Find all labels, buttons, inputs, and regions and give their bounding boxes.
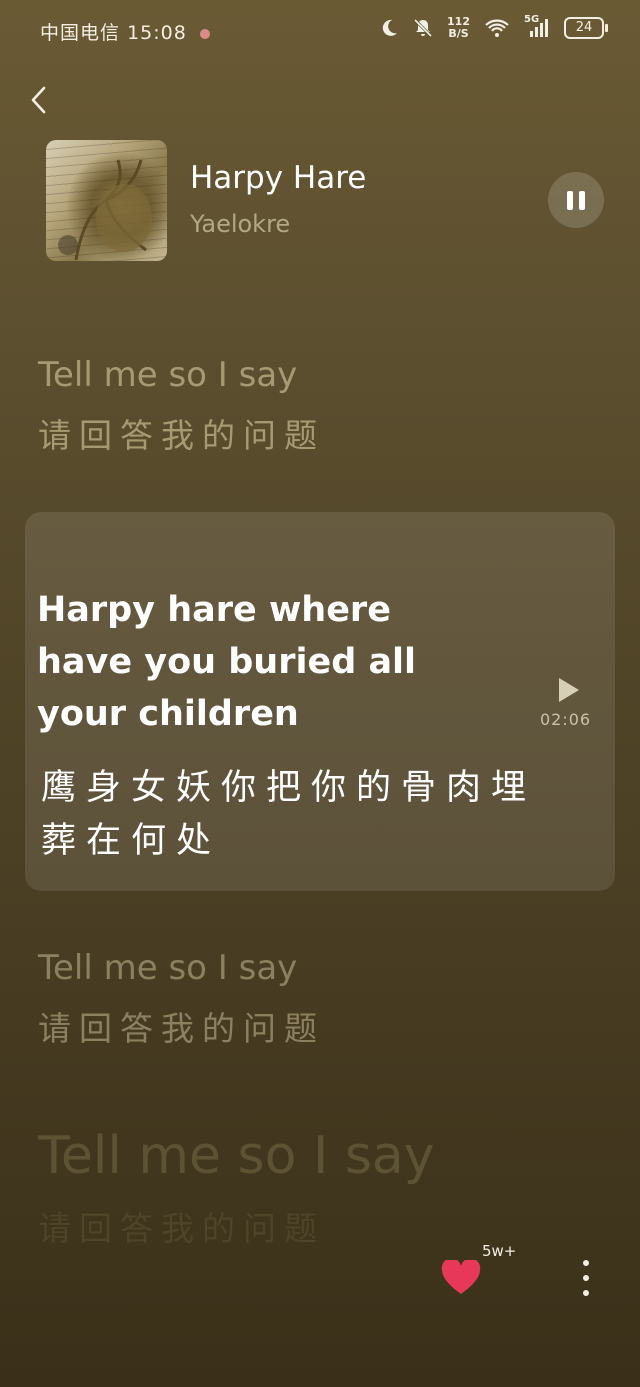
back-arrow-icon[interactable] — [24, 84, 56, 116]
status-right: 112 B/S 5G 24 — [379, 14, 608, 40]
lyric-original: Tell me so I say — [38, 1126, 435, 1186]
lyric-line[interactable]: Tell me so I say 请回答我的问题 — [38, 1126, 435, 1250]
net-speed: 112 B/S — [447, 15, 470, 40]
mute-bell-icon — [413, 18, 433, 38]
current-lyric-card[interactable]: Harpy hare where have you buried all you… — [25, 512, 615, 891]
lyric-line[interactable]: Tell me so I say 请回答我的问题 — [38, 948, 325, 1050]
status-left: 中国电信 15:08 — [40, 18, 210, 45]
signal-strength: 5G — [524, 14, 550, 38]
pause-icon — [567, 191, 573, 210]
play-from-line-icon[interactable] — [559, 678, 579, 702]
like-count: 5w+ — [482, 1242, 517, 1260]
clock: 15:08 — [127, 22, 187, 44]
wifi-icon — [485, 19, 509, 37]
like-heart-icon[interactable] — [441, 1260, 481, 1296]
lyric-translation: 请回答我的问题 — [38, 416, 325, 455]
lyric-original: Tell me so I say — [38, 948, 298, 988]
current-lyric-translation: 鹰身女妖你把你的骨肉埋葬在何处 — [41, 768, 537, 861]
album-art-image — [58, 159, 152, 261]
pause-button[interactable] — [548, 172, 604, 228]
carrier-label: 中国电信 — [40, 22, 121, 44]
lyric-translation: 请回答我的问题 — [38, 1209, 325, 1248]
song-artist[interactable]: Yaelokre — [190, 210, 290, 238]
line-timestamp: 02:06 — [540, 710, 592, 729]
battery-indicator: 24 — [564, 17, 608, 39]
song-title: Harpy Hare — [190, 160, 367, 196]
lyric-line[interactable]: Tell me so I say 请回答我的问题 — [38, 355, 325, 457]
lyric-translation: 请回答我的问题 — [38, 1009, 325, 1048]
status-bar: 中国电信 15:08 112 B/S 5G 24 — [0, 0, 640, 64]
notification-dot-icon — [199, 28, 210, 39]
album-cover[interactable] — [46, 140, 167, 261]
lyric-original: Tell me so I say — [38, 355, 298, 395]
current-lyric-original: Harpy hare where have you buried all you… — [37, 590, 417, 734]
more-options-icon[interactable] — [576, 1258, 596, 1298]
moon-icon — [382, 19, 398, 36]
